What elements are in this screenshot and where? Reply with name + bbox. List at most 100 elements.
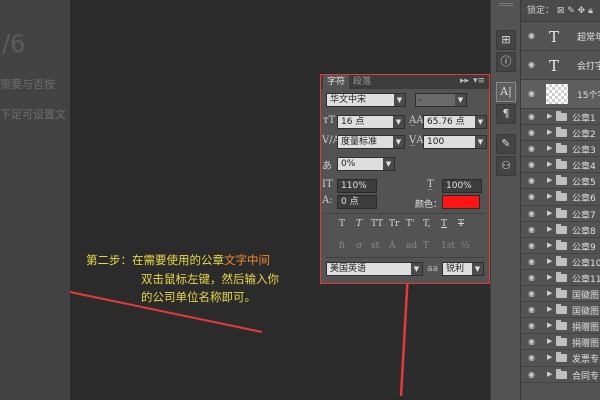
character-panel-icon[interactable]: A| xyxy=(496,82,516,102)
visibility-eye-icon[interactable]: ◉ xyxy=(528,31,535,40)
collapse-icon[interactable]: ▸▸ xyxy=(460,76,469,86)
folder-icon xyxy=(556,191,567,202)
kerning-select[interactable]: 度量标准 ▼ xyxy=(337,135,405,149)
vertical-scale-field[interactable]: 110% xyxy=(337,179,377,193)
visibility-eye-icon[interactable]: ◉ xyxy=(528,257,535,266)
expand-triangle-icon[interactable]: ▶ xyxy=(547,257,552,265)
visibility-eye-icon[interactable]: ◉ xyxy=(528,370,535,379)
visibility-eye-icon[interactable]: ◉ xyxy=(528,112,535,121)
titling-button[interactable]: T xyxy=(423,241,429,251)
layer-group-row[interactable]: ◉ ▶ 公章7 xyxy=(521,206,600,222)
color-swatch[interactable] xyxy=(442,195,480,209)
layer-group-row[interactable]: ◉ ▶ 国徽图 xyxy=(521,286,600,303)
visibility-eye-icon[interactable]: ◉ xyxy=(528,89,535,98)
font-family-select[interactable]: 华文中宋 ▼ xyxy=(326,93,406,107)
expand-triangle-icon[interactable]: ▶ xyxy=(547,192,552,200)
expand-triangle-icon[interactable]: ▶ xyxy=(547,305,552,313)
visibility-eye-icon[interactable]: ◉ xyxy=(528,144,535,153)
visibility-eye-icon[interactable]: ◉ xyxy=(528,209,535,218)
visibility-eye-icon[interactable]: ◉ xyxy=(528,160,535,169)
layer-group-row[interactable]: ◉ ▶ 国徽图 xyxy=(521,302,600,319)
panel-menu-icon[interactable]: ▾≡ xyxy=(473,76,485,86)
visibility-eye-icon[interactable]: ◉ xyxy=(528,225,535,234)
expand-triangle-icon[interactable]: ▶ xyxy=(547,225,552,233)
layer-row[interactable]: ◉ T 会打字 xyxy=(521,51,600,80)
layer-group-row[interactable]: ◉ ▶ 公章9 xyxy=(521,238,600,254)
tab-character[interactable]: 字符 xyxy=(323,75,350,89)
expand-triangle-icon[interactable]: ▶ xyxy=(547,144,552,152)
alternates-button[interactable]: ad xyxy=(406,241,417,251)
language-select[interactable]: 美国英语 ▼ xyxy=(326,262,423,276)
visibility-eye-icon[interactable]: ◉ xyxy=(528,353,535,362)
visibility-eye-icon[interactable]: ◉ xyxy=(528,60,535,69)
visibility-eye-icon[interactable]: ◉ xyxy=(528,321,535,330)
expand-triangle-icon[interactable]: ▶ xyxy=(547,160,552,168)
layer-group-row[interactable]: ◉ ▶ 公章1 xyxy=(521,109,600,126)
expand-triangle-icon[interactable]: ▶ xyxy=(547,353,552,361)
discretionary-ligature-button[interactable]: σ xyxy=(356,241,362,251)
faux-italic-button[interactable]: T xyxy=(356,219,362,229)
layer-group-row[interactable]: ◉ ▶ 捐赠图 xyxy=(521,334,600,351)
visibility-eye-icon[interactable]: ◉ xyxy=(528,289,535,298)
superscript-button[interactable]: T' xyxy=(406,219,414,229)
font-style-select[interactable]: - ▼ xyxy=(415,93,467,107)
font-size-icon: ᴛT xyxy=(323,115,336,126)
expand-triangle-icon[interactable]: ▶ xyxy=(547,112,552,120)
brush-panel-icon[interactable]: ✎ xyxy=(496,134,516,154)
expand-triangle-icon[interactable]: ▶ xyxy=(547,176,552,184)
layer-group-row[interactable]: ◉ ▶ 捐赠图 xyxy=(521,318,600,335)
visibility-eye-icon[interactable]: ◉ xyxy=(528,192,535,201)
ligature-button[interactable]: fi xyxy=(339,241,345,251)
visibility-eye-icon[interactable]: ◉ xyxy=(528,176,535,185)
layer-group-row[interactable]: ◉ ▶ 合同专 xyxy=(521,367,600,383)
layer-group-row[interactable]: ◉ ▶ 公章6 xyxy=(521,189,600,206)
layer-group-row[interactable]: ◉ ▶ 公章2 xyxy=(521,125,600,142)
strikethrough-button[interactable]: T xyxy=(458,219,464,229)
expand-triangle-icon[interactable]: ▶ xyxy=(547,337,552,345)
expand-triangle-icon[interactable]: ▶ xyxy=(547,209,552,217)
expand-triangle-icon[interactable]: ▶ xyxy=(547,321,552,329)
all-caps-button[interactable]: TT xyxy=(371,219,383,229)
visibility-eye-icon[interactable]: ◉ xyxy=(528,305,535,314)
visibility-eye-icon[interactable]: ◉ xyxy=(528,128,535,137)
paragraph-panel-icon[interactable]: ¶ xyxy=(496,104,516,124)
layer-group-row[interactable]: ◉ ▶ 公章5 xyxy=(521,173,600,190)
swash-button[interactable]: A xyxy=(389,241,396,251)
visibility-eye-icon[interactable]: ◉ xyxy=(528,337,535,346)
underline-button[interactable]: T xyxy=(441,219,447,229)
history-panel-icon[interactable]: ⊞ xyxy=(496,30,516,50)
layer-row[interactable]: ◉ 15个字 xyxy=(521,80,600,109)
tsume-select[interactable]: 0% ▼ xyxy=(337,157,395,171)
column-grip[interactable] xyxy=(499,3,513,6)
small-caps-button[interactable]: Tr xyxy=(389,219,399,229)
layer-group-row[interactable]: ◉ ▶ 公章4 xyxy=(521,157,600,174)
info-panel-icon[interactable]: ⓘ xyxy=(496,52,516,72)
font-size-select[interactable]: 16 点 ▼ xyxy=(337,115,405,129)
expand-triangle-icon[interactable]: ▶ xyxy=(547,241,552,249)
horizontal-scale-field[interactable]: 100% xyxy=(442,179,482,193)
subscript-button[interactable]: T, xyxy=(423,219,431,229)
layer-group-row[interactable]: ◉ ▶ 公章3 xyxy=(521,141,600,158)
antialias-select[interactable]: 锐利 ▼ xyxy=(442,262,484,276)
expand-triangle-icon[interactable]: ▶ xyxy=(547,370,552,378)
layer-group-row[interactable]: ◉ ▶ 公章10 xyxy=(521,254,600,270)
leading-select[interactable]: 65.76 点 ▼ xyxy=(423,115,487,129)
layer-group-row[interactable]: ◉ ▶ 公章8 xyxy=(521,222,600,238)
baseline-shift-field[interactable]: 0 点 xyxy=(337,195,377,209)
visibility-eye-icon[interactable]: ◉ xyxy=(528,273,535,282)
layer-group-row[interactable]: ◉ ▶ 发票专 xyxy=(521,350,600,367)
expand-triangle-icon[interactable]: ▶ xyxy=(547,128,552,136)
ordinals-button[interactable]: 1st xyxy=(441,241,455,251)
expand-triangle-icon[interactable]: ▶ xyxy=(547,273,552,281)
layer-group-row[interactable]: ◉ ▶ 公章11 xyxy=(521,270,600,287)
layer-group-name: 国徽图 xyxy=(572,307,600,318)
expand-triangle-icon[interactable]: ▶ xyxy=(547,289,552,297)
visibility-eye-icon[interactable]: ◉ xyxy=(528,241,535,250)
stylistic-alternates-button[interactable]: st xyxy=(371,241,379,251)
tracking-select[interactable]: 100 ▼ xyxy=(423,135,487,149)
tab-paragraph[interactable]: 段落 xyxy=(349,75,375,89)
clone-source-icon[interactable]: ⚇ xyxy=(496,156,516,176)
layer-row[interactable]: ◉ T 超常年 xyxy=(521,22,600,51)
fractions-button[interactable]: ½ xyxy=(461,241,470,251)
faux-bold-button[interactable]: T xyxy=(339,219,345,229)
